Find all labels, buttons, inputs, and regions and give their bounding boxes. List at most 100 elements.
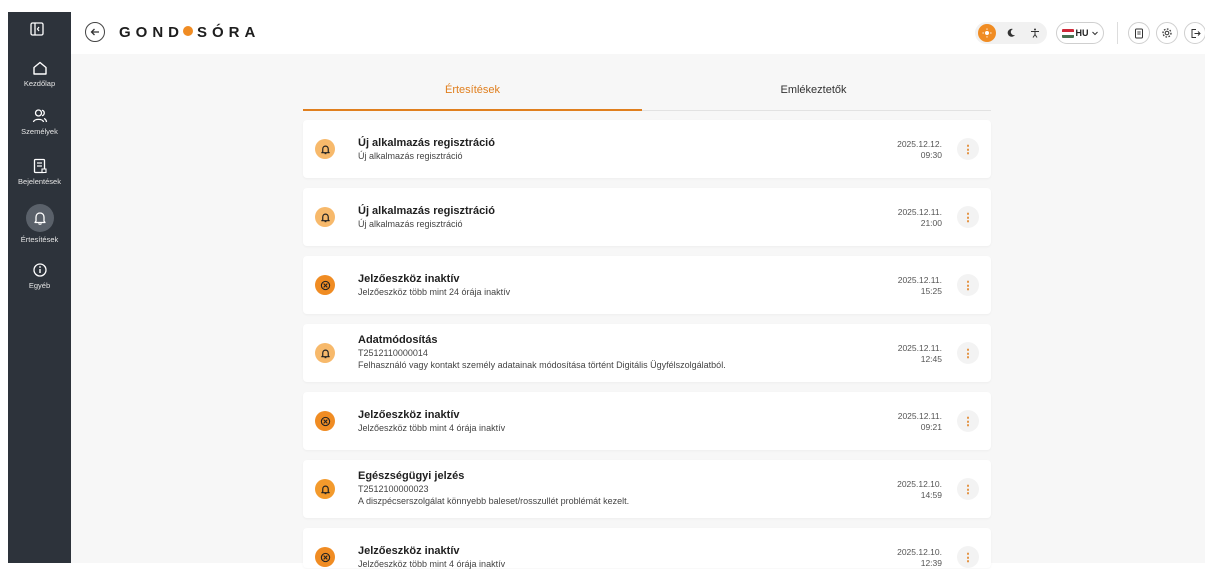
settings-button[interactable] xyxy=(1156,22,1178,44)
notification-card[interactable]: Jelzőeszköz inaktív Jelzőeszköz több min… xyxy=(303,528,991,569)
sidebar-item-label: Értesítések xyxy=(20,235,59,244)
notification-reference: T2512110000014 xyxy=(358,348,428,358)
bell-icon xyxy=(33,212,46,225)
sun-icon xyxy=(982,28,992,38)
more-options-button[interactable]: ⋮ xyxy=(957,410,979,432)
chevron-down-icon xyxy=(1091,31,1098,36)
notification-card[interactable]: Új alkalmazás regisztráció Új alkalmazás… xyxy=(303,120,991,178)
kebab-menu-icon: ⋮ xyxy=(962,483,974,496)
notification-date: 2025.12.11. xyxy=(897,275,942,285)
notification-text: A diszpécserszolgálat könnyebb baleset/r… xyxy=(358,496,630,506)
notification-time: 12:39 xyxy=(920,558,942,568)
main-content: Értesítések Emlékeztetők Új alkalmazás r… xyxy=(71,54,1205,569)
more-options-button[interactable]: ⋮ xyxy=(957,206,979,228)
kebab-menu-icon: ⋮ xyxy=(962,279,974,292)
notification-card[interactable]: Jelzőeszköz inaktív Jelzőeszköz több min… xyxy=(303,392,991,450)
notification-card[interactable]: Jelzőeszköz inaktív Jelzőeszköz több min… xyxy=(303,256,991,314)
accessibility-icon xyxy=(1031,28,1039,38)
error-circle-icon xyxy=(315,411,335,431)
back-button[interactable] xyxy=(85,22,105,42)
home-icon xyxy=(32,61,47,75)
light-theme-button[interactable] xyxy=(978,24,996,42)
notification-text: Jelzőeszköz több mint 4 órája inaktív xyxy=(358,559,506,569)
notification-timestamp: 2025.12.10. 12:39 xyxy=(897,547,942,569)
dark-theme-button[interactable] xyxy=(1002,24,1020,42)
sidebar-item-bejelentesek[interactable]: Bejelentések xyxy=(8,158,71,186)
notification-time: 21:00 xyxy=(920,218,942,228)
error-circle-icon xyxy=(315,275,335,295)
document-icon xyxy=(1134,28,1143,38)
notification-title: Jelzőeszköz inaktív xyxy=(358,409,460,421)
notification-time: 14:59 xyxy=(920,490,942,500)
tab-bar: Értesítések Emlékeztetők xyxy=(303,79,991,111)
language-code: HU xyxy=(1075,28,1089,38)
brand-dot xyxy=(183,26,193,36)
notification-reference: T2512100000023 xyxy=(358,484,429,494)
tab-ertesitesek[interactable]: Értesítések xyxy=(303,79,642,111)
notification-time: 12:45 xyxy=(920,354,942,364)
notification-date: 2025.12.10. xyxy=(897,547,942,557)
kebab-menu-icon: ⋮ xyxy=(962,551,974,564)
notification-text: Jelzőeszköz több mint 4 órája inaktív xyxy=(358,423,506,433)
sidebar-item-szemelyek[interactable]: Személyek xyxy=(8,108,71,136)
accessibility-button[interactable] xyxy=(1026,24,1044,42)
logout-button[interactable] xyxy=(1184,22,1205,44)
moon-icon xyxy=(1007,28,1015,37)
language-selector[interactable]: HU xyxy=(1056,22,1104,44)
notification-timestamp: 2025.12.11. 12:45 xyxy=(898,343,942,365)
notification-card[interactable]: Adatmódosítás T2512110000014 Felhasználó… xyxy=(303,324,991,382)
kebab-menu-icon: ⋮ xyxy=(962,143,974,156)
sidebar-item-label: Személyek xyxy=(21,127,58,136)
sidebar-item-egyeb[interactable]: Egyéb xyxy=(8,262,71,290)
notification-time: 09:21 xyxy=(920,422,942,432)
more-options-button[interactable]: ⋮ xyxy=(957,478,979,500)
theme-switcher xyxy=(975,22,1047,44)
notification-text: Felhasználó vagy kontakt személy adatain… xyxy=(358,360,726,370)
notification-date: 2025.12.10. xyxy=(897,479,942,489)
bell-icon xyxy=(315,343,335,363)
bell-icon xyxy=(315,139,335,159)
sidebar-toggle-icon[interactable] xyxy=(30,22,48,40)
notification-time: 15:25 xyxy=(920,286,942,296)
notification-text: Új alkalmazás regisztráció xyxy=(358,151,463,161)
brand-left: GOND xyxy=(119,24,184,41)
notification-date: 2025.12.11. xyxy=(897,343,942,353)
more-options-button[interactable]: ⋮ xyxy=(957,274,979,296)
error-circle-icon xyxy=(315,547,335,567)
notification-title: Jelzőeszköz inaktív xyxy=(358,273,460,285)
documents-button[interactable] xyxy=(1128,22,1150,44)
more-options-button[interactable]: ⋮ xyxy=(957,342,979,364)
notification-timestamp: 2025.12.11. 15:25 xyxy=(898,275,942,297)
sidebar-item-label: Kezdőlap xyxy=(23,79,56,88)
notification-text: Új alkalmazás regisztráció xyxy=(358,219,463,229)
sidebar-item-label: Egyéb xyxy=(28,281,51,290)
more-options-button[interactable]: ⋮ xyxy=(957,138,979,160)
active-indicator xyxy=(25,204,54,232)
notification-date: 2025.12.11. xyxy=(897,207,942,217)
notification-card[interactable]: Egészségügyi jelzés T2512100000023 A dis… xyxy=(303,460,991,518)
hungary-flag-icon xyxy=(1061,28,1074,38)
notification-date: 2025.12.11. xyxy=(897,411,942,421)
arrow-left-icon xyxy=(90,28,99,36)
notification-time: 09:30 xyxy=(920,150,942,160)
kebab-menu-icon: ⋮ xyxy=(962,415,974,428)
notification-timestamp: 2025.12.12. 09:30 xyxy=(897,139,942,161)
notification-title: Jelzőeszköz inaktív xyxy=(358,545,460,557)
notification-date: 2025.12.12. xyxy=(897,139,942,149)
notification-title: Új alkalmazás regisztráció xyxy=(358,137,495,149)
top-bar: GOND SÓRA HU xyxy=(71,12,1205,54)
notification-card[interactable]: Új alkalmazás regisztráció Új alkalmazás… xyxy=(303,188,991,246)
app-frame: Kezdőlap Személyek Bejelentések Értesíté… xyxy=(8,12,1205,569)
sidebar-item-ertesitesek[interactable]: Értesítések xyxy=(8,204,71,244)
gear-icon xyxy=(1162,28,1172,38)
notification-text: Jelzőeszköz több mint 24 órája inaktív xyxy=(358,287,511,297)
sidebar-item-kezdolap[interactable]: Kezdőlap xyxy=(8,60,71,88)
notification-title: Adatmódosítás xyxy=(358,334,438,346)
more-options-button[interactable]: ⋮ xyxy=(957,546,979,568)
tab-emlekeztetok[interactable]: Emlékeztetők xyxy=(644,79,983,111)
header-divider xyxy=(1117,22,1118,44)
bell-icon xyxy=(315,479,335,499)
notification-timestamp: 2025.12.11. 09:21 xyxy=(898,411,942,433)
brand-logo: GOND SÓRA xyxy=(119,24,260,41)
notification-title: Egészségügyi jelzés xyxy=(358,470,465,482)
